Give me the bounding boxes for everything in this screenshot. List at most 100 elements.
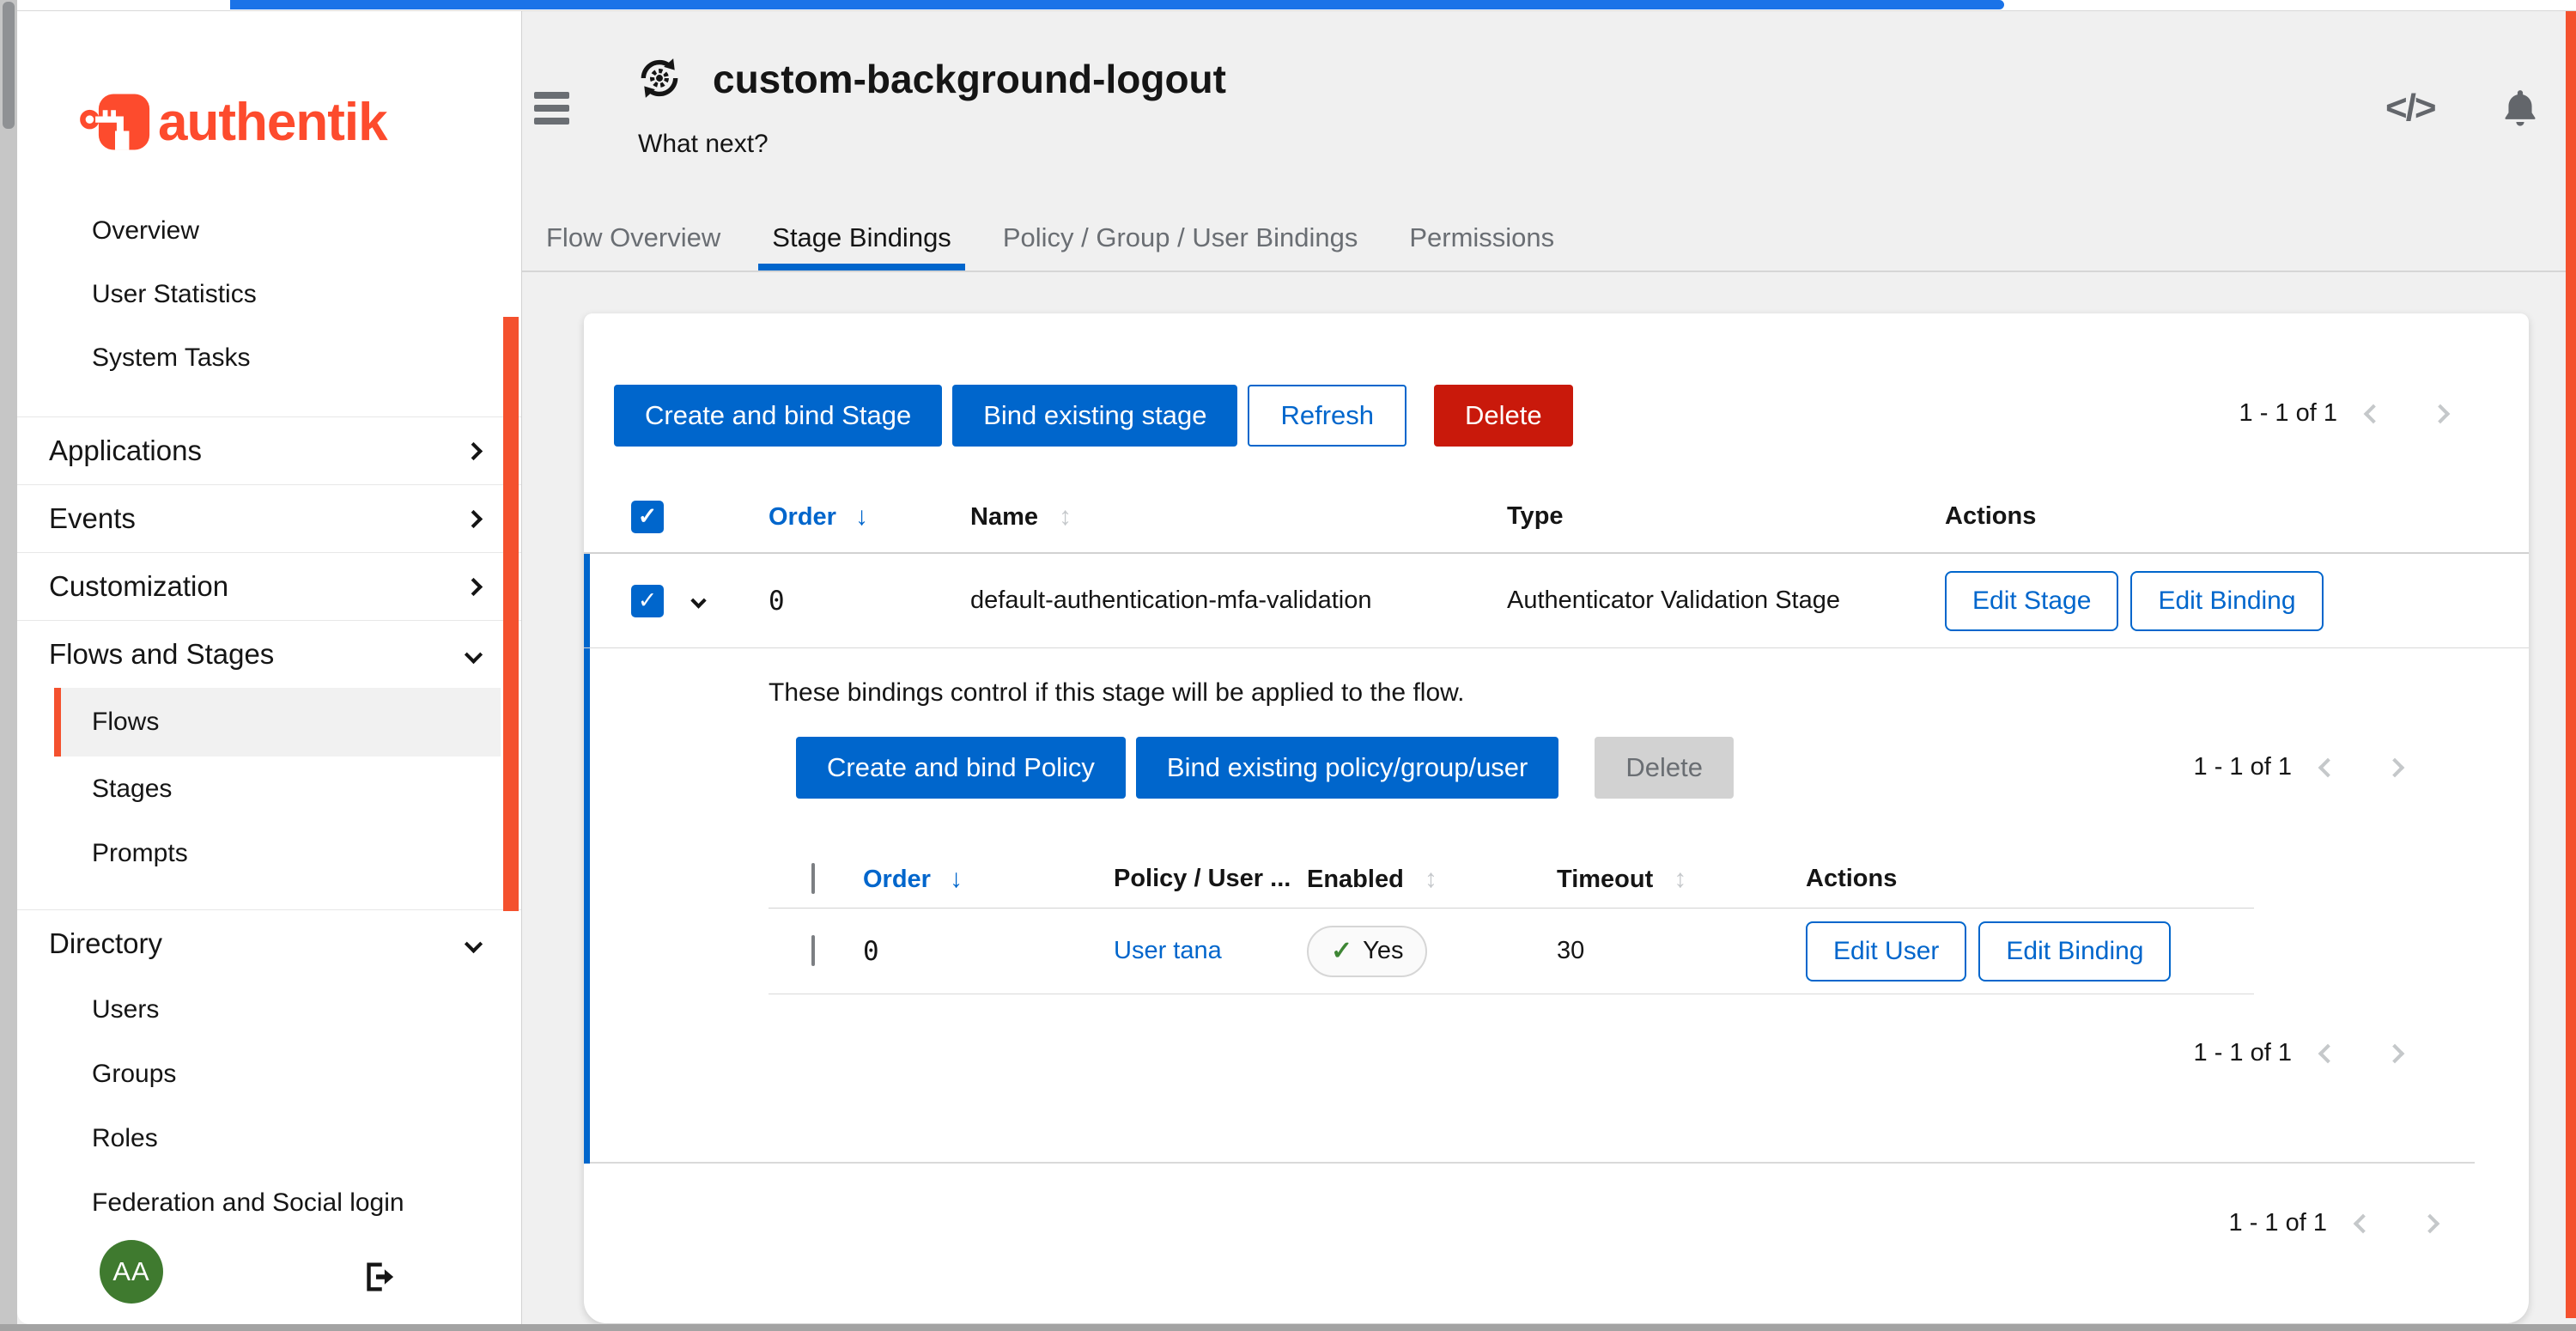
- authentik-logo[interactable]: authentik: [79, 81, 521, 163]
- flow-process-icon: [635, 54, 683, 102]
- notifications-bell-icon[interactable]: [2499, 85, 2542, 131]
- column-header-actions: Actions: [1806, 865, 2254, 893]
- nav-group-dashboards: Overview User Statistics System Tasks: [17, 199, 521, 390]
- policy-pagination-bottom: 1 - 1 of 1: [2194, 1039, 2402, 1067]
- delete-policy-button[interactable]: Delete: [1595, 737, 1734, 799]
- row-checkbox[interactable]: ✓: [631, 585, 664, 617]
- bind-existing-policy-button[interactable]: Bind existing policy/group/user: [1136, 737, 1558, 799]
- pagination-label: 1 - 1 of 1: [2229, 1209, 2327, 1237]
- delete-button[interactable]: Delete: [1434, 385, 1573, 447]
- next-page-icon[interactable]: [2421, 1213, 2440, 1233]
- tab-bar: Flow Overview Stage Bindings Policy / Gr…: [522, 212, 2566, 272]
- column-header-policy-user: Policy / User ...: [1114, 865, 1307, 893]
- create-and-bind-stage-button[interactable]: Create and bind Stage: [614, 385, 942, 447]
- nav-sections: Applications Events Customization Flows …: [17, 416, 521, 1235]
- policy-table: Order↓ Policy / User ... Enabled↕ Timeou…: [769, 850, 2254, 994]
- page-subtitle: What next?: [638, 130, 769, 159]
- sidebar-toggle-icon[interactable]: [534, 92, 569, 131]
- sidebar-item-user-statistics[interactable]: User Statistics: [17, 263, 521, 326]
- tab-flow-overview[interactable]: Flow Overview: [532, 212, 734, 270]
- next-page-icon[interactable]: [2431, 404, 2451, 423]
- chevron-right-icon: [465, 577, 483, 595]
- sidebar-item-prompts[interactable]: Prompts: [17, 821, 521, 885]
- collapse-row-icon[interactable]: [690, 593, 706, 608]
- sort-descending-icon: ↓: [950, 865, 963, 893]
- pagination-label: 1 - 1 of 1: [2194, 1039, 2292, 1067]
- sidebar-section-customization[interactable]: Customization: [17, 552, 521, 620]
- sidebar-item-overview[interactable]: Overview: [17, 199, 521, 263]
- sidebar-section-directory[interactable]: Directory: [17, 909, 521, 977]
- api-code-icon[interactable]: </>: [2385, 87, 2435, 130]
- check-icon: ✓: [638, 587, 658, 614]
- sidebar-item-stages[interactable]: Stages: [17, 757, 521, 821]
- tab-policy-group-user-bindings[interactable]: Policy / Group / User Bindings: [989, 212, 1372, 270]
- sidebar-item-flows[interactable]: Flows: [54, 688, 501, 757]
- sidebar-item-system-tasks[interactable]: System Tasks: [17, 326, 521, 390]
- authentik-key-icon: [79, 89, 151, 155]
- select-all-checkbox[interactable]: ✓: [631, 501, 664, 533]
- sortable-icon: ↕: [1059, 502, 1072, 531]
- row-checkbox[interactable]: [811, 935, 815, 966]
- next-page-icon[interactable]: [2385, 757, 2405, 777]
- previous-page-icon[interactable]: [2354, 1213, 2373, 1233]
- top-progress-bar: [230, 0, 2004, 9]
- chevron-right-icon: [465, 509, 483, 527]
- column-header-order[interactable]: Order↓: [769, 502, 970, 532]
- sidebar-item-users[interactable]: Users: [17, 977, 521, 1042]
- pagination-bottom: 1 - 1 of 1: [2229, 1209, 2437, 1237]
- brand-wordmark: authentik: [158, 92, 387, 153]
- tab-stage-bindings[interactable]: Stage Bindings: [758, 212, 965, 270]
- chevron-right-icon: [465, 441, 483, 459]
- cell-timeout: 30: [1557, 937, 1806, 965]
- pagination-label: 1 - 1 of 1: [2194, 753, 2292, 781]
- sidebar: authentik Overview User Statistics Syste…: [17, 11, 522, 1324]
- cell-order: 0: [863, 936, 1114, 967]
- logout-icon[interactable]: [361, 1258, 398, 1296]
- sidebar-section-events[interactable]: Events: [17, 484, 521, 552]
- policy-toolbar: Create and bind Policy Bind existing pol…: [796, 737, 1734, 799]
- enabled-badge: ✓Yes: [1307, 926, 1427, 977]
- nav-group-directory: Users Groups Roles Federation and Social…: [17, 977, 521, 1235]
- previous-page-icon[interactable]: [2318, 1043, 2338, 1063]
- previous-page-icon[interactable]: [2318, 757, 2338, 777]
- sidebar-section-applications[interactable]: Applications: [17, 416, 521, 484]
- next-page-icon[interactable]: [2385, 1043, 2405, 1063]
- check-icon: ✓: [638, 503, 658, 530]
- chevron-down-icon: [465, 645, 483, 663]
- bindings-description: These bindings control if this stage wil…: [769, 678, 1464, 708]
- column-header-type: Type: [1507, 502, 1945, 531]
- sidebar-scrollbar-thumb[interactable]: [503, 317, 519, 911]
- sidebar-item-groups[interactable]: Groups: [17, 1042, 521, 1106]
- sort-descending-icon: ↓: [855, 502, 868, 531]
- edit-binding-button[interactable]: Edit Binding: [2130, 571, 2323, 631]
- sortable-icon: ↕: [1674, 865, 1686, 893]
- nav-group-flows-and-stages: Flows Stages Prompts: [17, 688, 521, 885]
- select-all-checkbox[interactable]: [811, 863, 815, 894]
- column-header-name[interactable]: Name↕: [970, 502, 1507, 532]
- sidebar-item-federation-social-login[interactable]: Federation and Social login: [17, 1170, 521, 1235]
- column-header-enabled[interactable]: Enabled↕: [1307, 865, 1557, 894]
- create-and-bind-policy-button[interactable]: Create and bind Policy: [796, 737, 1126, 799]
- left-scrollbar-track[interactable]: [0, 0, 17, 1331]
- column-header-order[interactable]: Order↓: [863, 865, 1114, 894]
- avatar[interactable]: AA: [100, 1240, 163, 1304]
- user-link[interactable]: User tana: [1114, 937, 1222, 964]
- left-scrollbar-thumb[interactable]: [3, 2, 15, 129]
- sidebar-item-roles[interactable]: Roles: [17, 1106, 521, 1170]
- bottom-strip: [0, 1324, 2576, 1331]
- tab-permissions[interactable]: Permissions: [1395, 212, 1568, 270]
- pagination-label: 1 - 1 of 1: [2239, 399, 2337, 428]
- right-scrollbar-thumb[interactable]: [2566, 11, 2576, 1318]
- edit-user-button[interactable]: Edit User: [1806, 921, 1966, 982]
- stage-binding-row: ✓ 0 default-authentication-mfa-validatio…: [584, 554, 2529, 648]
- stage-bindings-card: Create and bind Stage Bind existing stag…: [584, 313, 2529, 1323]
- bind-existing-stage-button[interactable]: Bind existing stage: [952, 385, 1237, 447]
- stage-toolbar: Create and bind Stage Bind existing stag…: [614, 385, 1573, 447]
- column-header-timeout[interactable]: Timeout↕: [1557, 865, 1806, 894]
- edit-binding-button[interactable]: Edit Binding: [1978, 921, 2171, 982]
- previous-page-icon[interactable]: [2364, 404, 2384, 423]
- page-title: custom-background-logout: [713, 56, 1226, 102]
- sidebar-section-flows-and-stages[interactable]: Flows and Stages: [17, 620, 521, 688]
- edit-stage-button[interactable]: Edit Stage: [1945, 571, 2118, 631]
- refresh-button[interactable]: Refresh: [1248, 385, 1406, 447]
